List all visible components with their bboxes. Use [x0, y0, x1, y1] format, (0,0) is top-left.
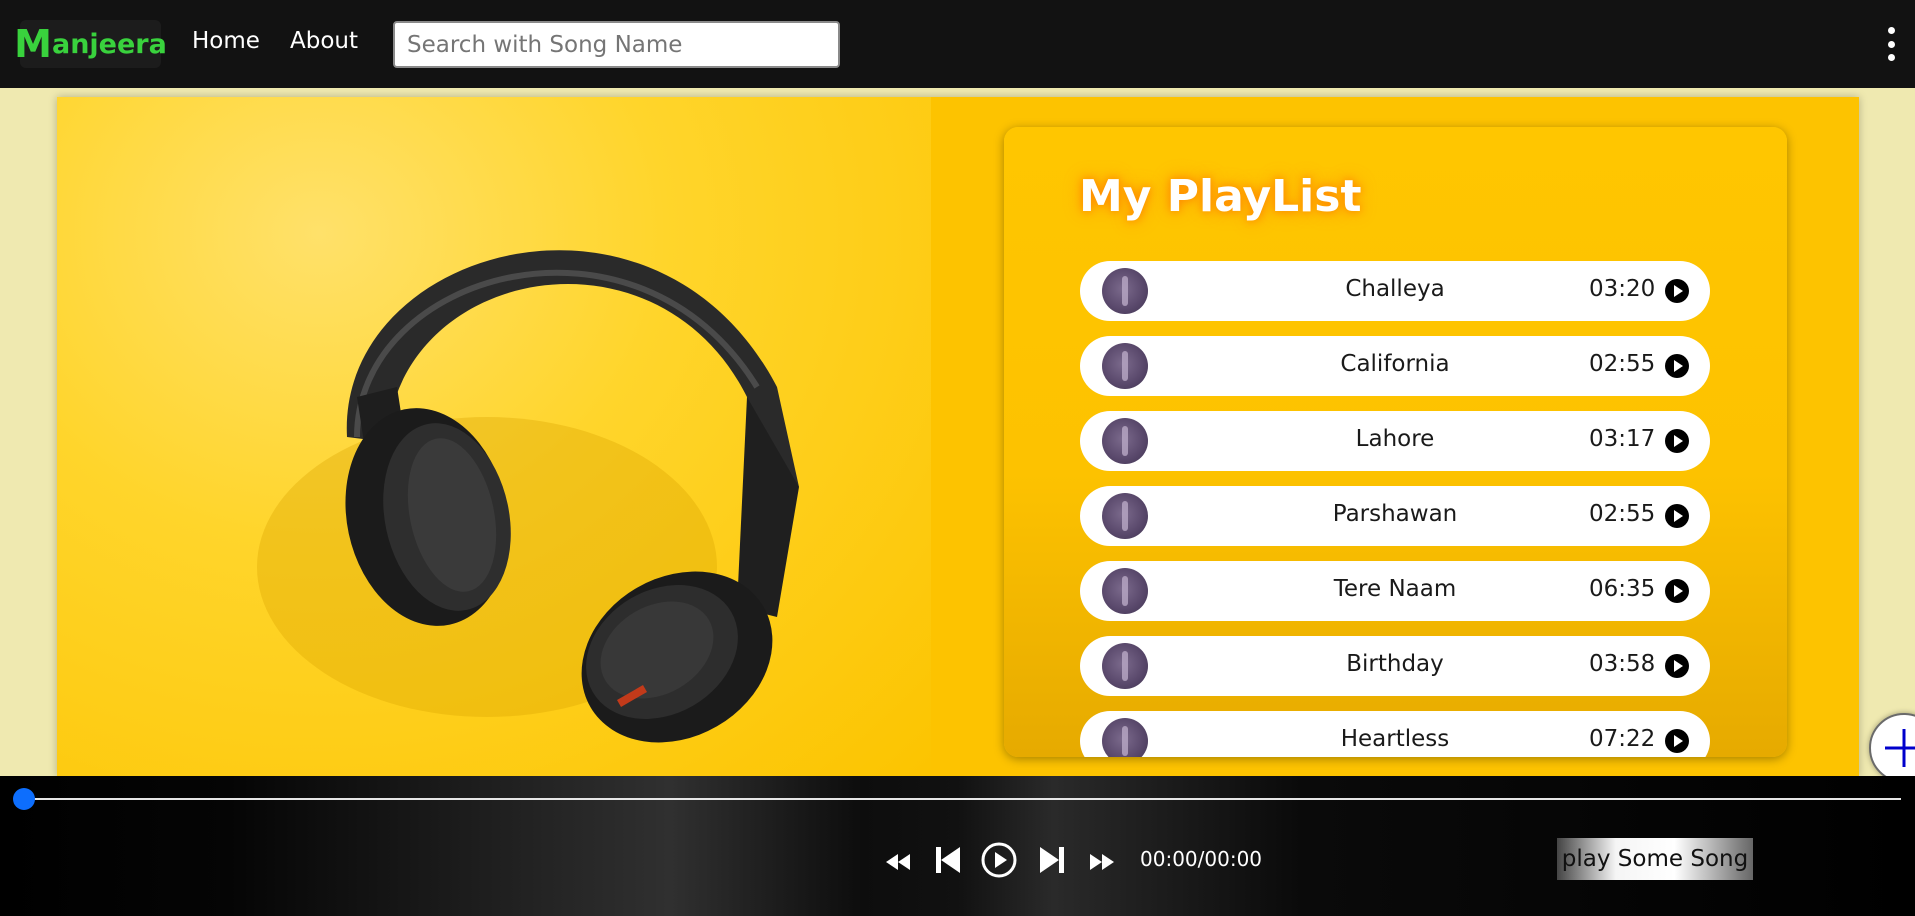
song-duration: 07:22 [1589, 726, 1656, 752]
previous-icon[interactable] [934, 844, 962, 876]
song-duration: 03:58 [1589, 651, 1656, 677]
play-circle-icon[interactable] [1665, 729, 1689, 753]
song-duration: 03:17 [1589, 426, 1656, 452]
brand-initial: M [14, 22, 52, 66]
search-input[interactable] [393, 21, 840, 68]
nav-link-about[interactable]: About [290, 28, 358, 54]
play-circle-icon[interactable] [1665, 354, 1689, 378]
playlist-title: My PlayList [1079, 171, 1362, 222]
play-circle-icon[interactable] [1665, 279, 1689, 303]
forward-icon[interactable] [1088, 850, 1116, 874]
kebab-menu-icon[interactable] [1884, 27, 1898, 61]
brand-logo[interactable]: Manjeera [14, 20, 167, 68]
song-name: Parshawan [1332, 501, 1458, 527]
song-thumbnail [1102, 718, 1148, 757]
song-thumbnail [1102, 268, 1148, 314]
nav-link-home[interactable]: Home [192, 28, 260, 54]
next-icon[interactable] [1038, 844, 1066, 876]
song-item[interactable]: Heartless 07:22 [1080, 711, 1710, 757]
play-icon[interactable] [980, 841, 1018, 879]
song-name: Lahore [1355, 426, 1435, 452]
play-circle-icon[interactable] [1665, 504, 1689, 528]
song-duration: 02:55 [1589, 351, 1656, 377]
hero-image [57, 97, 931, 777]
song-name: Heartless [1340, 726, 1450, 752]
backward-icon[interactable] [884, 850, 912, 874]
song-item[interactable]: Birthday 03:58 [1080, 636, 1710, 696]
time-display: 00:00/00:00 [1140, 847, 1263, 871]
now-playing-label: play Some Song [1557, 838, 1753, 880]
song-thumbnail [1102, 643, 1148, 689]
song-duration: 06:35 [1589, 576, 1656, 602]
play-circle-icon[interactable] [1665, 579, 1689, 603]
main-card: My PlayList Challeya 03:20 California 02… [57, 97, 1859, 777]
song-name: California [1340, 351, 1450, 377]
player-bar: 00:00/00:00 play Some Song [0, 776, 1915, 916]
song-duration: 03:20 [1589, 276, 1656, 302]
song-item[interactable]: Lahore 03:17 [1080, 411, 1710, 471]
song-item[interactable]: Challeya 03:20 [1080, 261, 1710, 321]
song-thumbnail [1102, 493, 1148, 539]
song-thumbnail [1102, 418, 1148, 464]
song-name: Birthday [1346, 651, 1444, 677]
playlist-card: My PlayList Challeya 03:20 California 02… [1004, 127, 1787, 757]
plus-icon [1885, 729, 1915, 767]
seek-bar[interactable] [24, 798, 1901, 800]
navbar: Manjeera Home About [0, 0, 1915, 88]
song-thumbnail [1102, 343, 1148, 389]
play-circle-icon[interactable] [1665, 654, 1689, 678]
brand-name: anjeera [51, 28, 167, 60]
song-name: Tere Naam [1333, 576, 1457, 602]
song-duration: 02:55 [1589, 501, 1656, 527]
song-name: Challeya [1345, 276, 1445, 302]
add-song-button[interactable] [1869, 713, 1915, 783]
song-thumbnail [1102, 568, 1148, 614]
headphones-image [257, 250, 799, 743]
seek-handle[interactable] [13, 788, 35, 810]
song-item[interactable]: Parshawan 02:55 [1080, 486, 1710, 546]
song-item[interactable]: California 02:55 [1080, 336, 1710, 396]
song-item[interactable]: Tere Naam 06:35 [1080, 561, 1710, 621]
play-circle-icon[interactable] [1665, 429, 1689, 453]
